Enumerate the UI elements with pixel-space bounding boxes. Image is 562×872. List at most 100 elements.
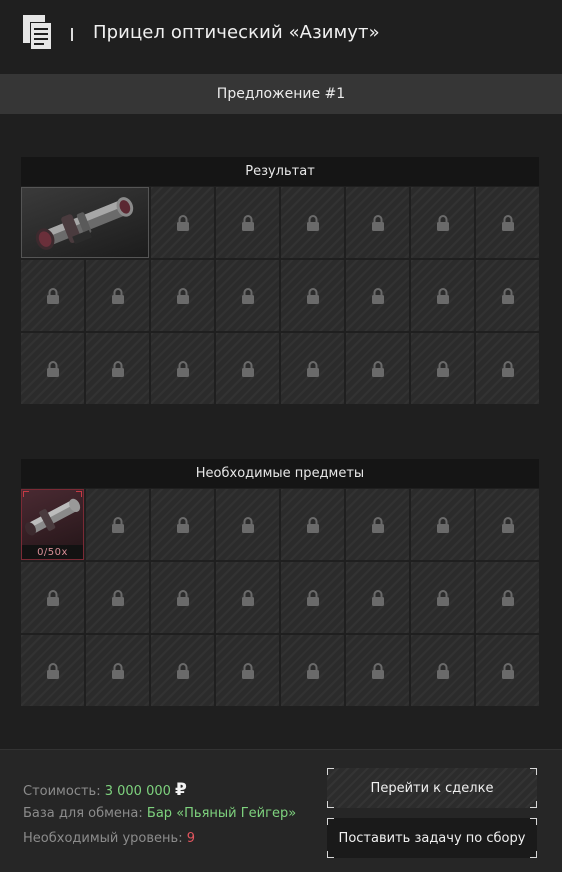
locked-slot [281, 489, 344, 560]
lock-icon [111, 287, 124, 304]
locked-slot [281, 187, 344, 258]
lock-icon [111, 589, 124, 606]
result-grid [21, 187, 539, 404]
lock-icon [241, 214, 254, 231]
lock-icon [176, 214, 189, 231]
locked-slot [281, 260, 344, 331]
locked-slot [476, 333, 539, 404]
lock-icon [371, 360, 384, 377]
lock-icon [306, 287, 319, 304]
lock-icon [436, 360, 449, 377]
button-corner [530, 768, 537, 775]
locked-slot [86, 635, 149, 706]
button-corner [530, 801, 537, 808]
locked-slot [216, 489, 279, 560]
lock-icon [371, 662, 384, 679]
slot-corner [76, 491, 82, 497]
locked-slot [476, 489, 539, 560]
button-corner [530, 818, 537, 825]
locked-slot [411, 562, 474, 633]
go-to-deal-label: Перейти к сделке [370, 780, 494, 796]
lock-icon [436, 589, 449, 606]
go-to-deal-button[interactable]: Перейти к сделке [327, 768, 537, 808]
lock-icon [241, 662, 254, 679]
lock-icon [436, 662, 449, 679]
required-grid: 0/50x [21, 489, 539, 706]
locked-slot [476, 260, 539, 331]
set-task-label: Поставить задачу по сбору [338, 830, 526, 846]
cost-row: Стоимость: 3 000 000 ₽ [23, 780, 187, 800]
locked-slot [216, 333, 279, 404]
locked-slot [216, 187, 279, 258]
locked-slot [151, 260, 214, 331]
level-value: 9 [186, 831, 196, 846]
lock-icon [176, 516, 189, 533]
lock-icon [436, 516, 449, 533]
result-item-slot[interactable] [21, 187, 149, 258]
lock-icon [46, 589, 59, 606]
locked-slot [411, 635, 474, 706]
button-corner [530, 851, 537, 858]
slot-corner [23, 491, 29, 497]
locked-slot [151, 635, 214, 706]
lock-icon [46, 360, 59, 377]
lock-icon [111, 662, 124, 679]
lock-icon [306, 516, 319, 533]
locked-slot [346, 333, 409, 404]
locked-slot [411, 187, 474, 258]
locked-slot [476, 562, 539, 633]
required-section-title: Необходимые предметы [21, 459, 539, 488]
level-label: Необходимый уровень: [23, 831, 183, 846]
header-divider [71, 28, 73, 41]
lock-icon [371, 287, 384, 304]
locked-slot [151, 562, 214, 633]
required-title: Необходимые предметы [195, 466, 365, 481]
locked-slot [346, 562, 409, 633]
lock-icon [306, 589, 319, 606]
lock-icon [371, 589, 384, 606]
locked-slot [476, 187, 539, 258]
lock-icon [46, 662, 59, 679]
lock-icon [501, 662, 514, 679]
base-label: База для обмена: [23, 806, 143, 821]
lock-icon [501, 589, 514, 606]
button-corner [327, 768, 334, 775]
locked-slot [346, 187, 409, 258]
lock-icon [176, 662, 189, 679]
locked-slot [216, 562, 279, 633]
lock-icon [176, 287, 189, 304]
button-corner [327, 801, 334, 808]
lock-icon [371, 214, 384, 231]
lock-icon [436, 287, 449, 304]
lock-icon [501, 287, 514, 304]
locked-slot [21, 260, 84, 331]
required-item-slot[interactable]: 0/50x [21, 489, 84, 560]
locked-slot [86, 260, 149, 331]
scope-icon [35, 196, 134, 250]
offer-tab[interactable]: Предложение #1 [0, 74, 562, 114]
locked-slot [411, 260, 474, 331]
level-row: Необходимый уровень: 9 [23, 831, 195, 846]
header: Прицел оптический «Азимут» [0, 0, 562, 73]
locked-slot [476, 635, 539, 706]
footer-panel: Стоимость: 3 000 000 ₽ База для обмена: … [0, 749, 562, 872]
lock-icon [501, 516, 514, 533]
lock-icon [241, 516, 254, 533]
lock-icon [306, 360, 319, 377]
lock-icon [501, 214, 514, 231]
lock-icon [306, 214, 319, 231]
lock-icon [306, 662, 319, 679]
locked-slot [151, 333, 214, 404]
locked-slot [281, 562, 344, 633]
offer-label: Предложение #1 [216, 86, 346, 102]
lock-icon [111, 360, 124, 377]
base-row: База для обмена: Бар «Пьяный Гейгер» [23, 806, 296, 821]
locked-slot [86, 333, 149, 404]
lock-icon [501, 360, 514, 377]
locked-slot [21, 635, 84, 706]
locked-slot [151, 489, 214, 560]
set-task-button[interactable]: Поставить задачу по сбору [327, 818, 537, 858]
item-quantity: 0/50x [22, 545, 83, 559]
lock-icon [176, 589, 189, 606]
locked-slot [21, 333, 84, 404]
